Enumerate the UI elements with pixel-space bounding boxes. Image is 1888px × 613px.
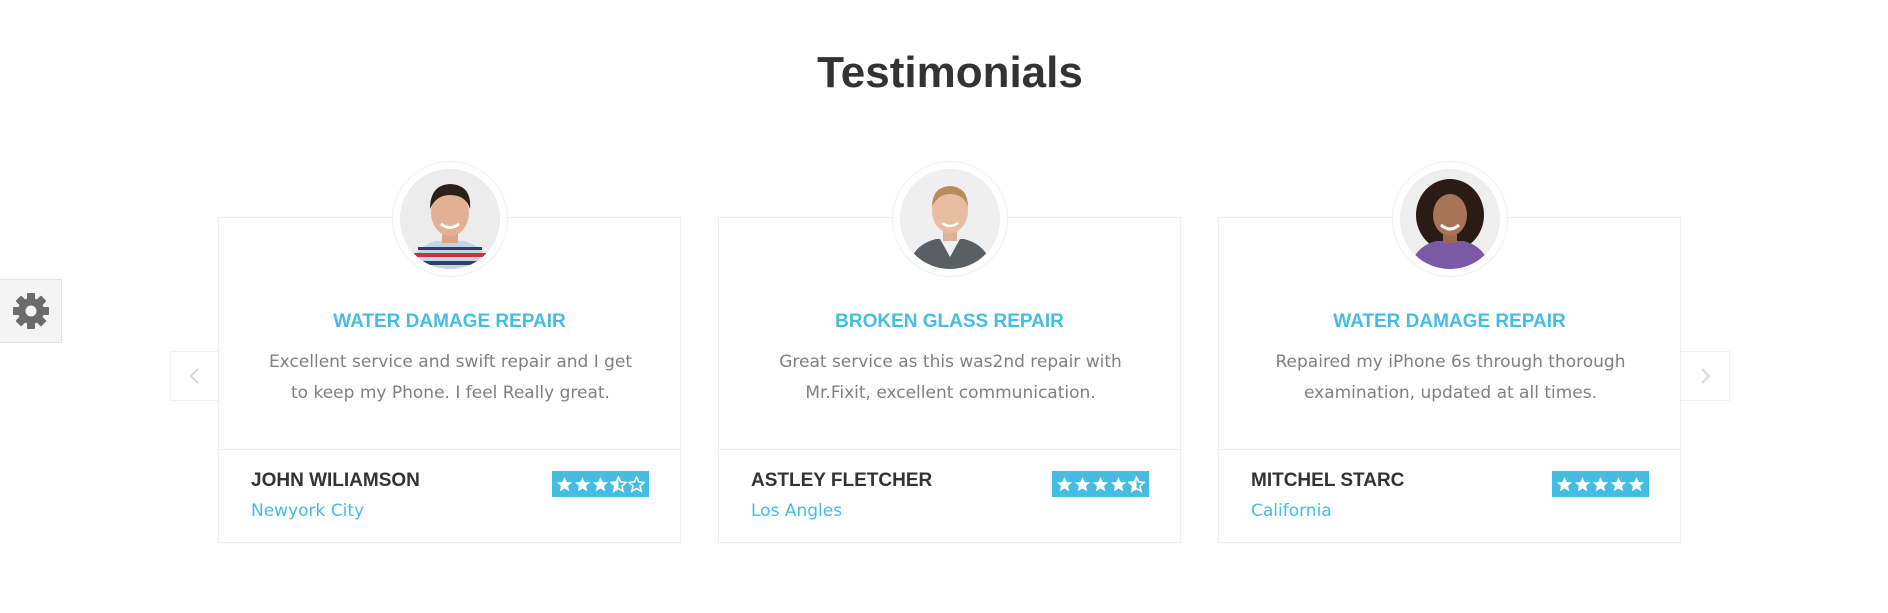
star-full-icon xyxy=(1628,476,1645,491)
star-half-icon xyxy=(610,475,627,493)
star-rating xyxy=(552,471,649,497)
carousel-prev-button[interactable] xyxy=(170,351,220,401)
star-full-icon xyxy=(1592,476,1609,491)
avatar-frame xyxy=(391,161,508,277)
star-full-icon xyxy=(574,476,591,491)
testimonial-card: WATER DAMAGE REPAIR Repaired my iPhone 6… xyxy=(1218,161,1681,543)
customer-location: Newyork City xyxy=(251,501,365,521)
testimonial-card: WATER DAMAGE REPAIR Excellent service an… xyxy=(218,161,681,543)
customer-name: MITCHEL STARC xyxy=(1251,470,1405,491)
customer-location: California xyxy=(1251,501,1332,521)
star-empty-icon xyxy=(628,475,645,493)
testimonial-text: Excellent service and swift repair and I… xyxy=(268,352,633,403)
star-full-icon xyxy=(1074,476,1091,491)
customer-location: Los Angles xyxy=(751,501,843,521)
chevron-right-icon xyxy=(1701,368,1711,384)
star-full-icon xyxy=(1574,476,1591,491)
divider xyxy=(219,449,680,450)
testimonial-text: Great service as this was2nd repair with… xyxy=(779,352,1122,403)
service-title: WATER DAMAGE REPAIR xyxy=(1333,311,1566,332)
star-full-icon xyxy=(1092,476,1109,491)
avatar xyxy=(399,169,500,269)
star-full-icon xyxy=(592,476,609,491)
star-full-icon xyxy=(1610,476,1627,491)
carousel-next-button[interactable] xyxy=(1680,351,1730,401)
customer-name: JOHN WILIAMSON xyxy=(251,470,420,491)
avatar-frame xyxy=(891,161,1008,277)
testimonial-card: BROKEN GLASS REPAIR Great service as thi… xyxy=(718,161,1181,543)
star-full-icon xyxy=(1110,476,1127,491)
star-half-icon xyxy=(1128,475,1145,493)
star-full-icon xyxy=(1556,476,1573,491)
chevron-left-icon xyxy=(189,368,199,384)
star-full-icon xyxy=(556,476,573,491)
customer-name: ASTLEY FLETCHER xyxy=(751,470,933,491)
star-rating xyxy=(1052,471,1149,497)
avatar xyxy=(1399,169,1500,269)
divider xyxy=(719,449,1180,450)
star-full-icon xyxy=(1056,476,1073,491)
service-title: WATER DAMAGE REPAIR xyxy=(333,311,566,332)
star-rating xyxy=(1552,471,1649,497)
settings-toggle-button[interactable] xyxy=(0,279,62,343)
testimonial-text: Repaired my iPhone 6s through thorough e… xyxy=(1275,352,1626,403)
avatar xyxy=(899,169,1000,269)
section-title: Testimonials xyxy=(817,48,1083,97)
service-title: BROKEN GLASS REPAIR xyxy=(835,311,1064,332)
gear-icon xyxy=(12,293,49,329)
divider xyxy=(1219,449,1680,450)
avatar-frame xyxy=(1391,161,1508,277)
